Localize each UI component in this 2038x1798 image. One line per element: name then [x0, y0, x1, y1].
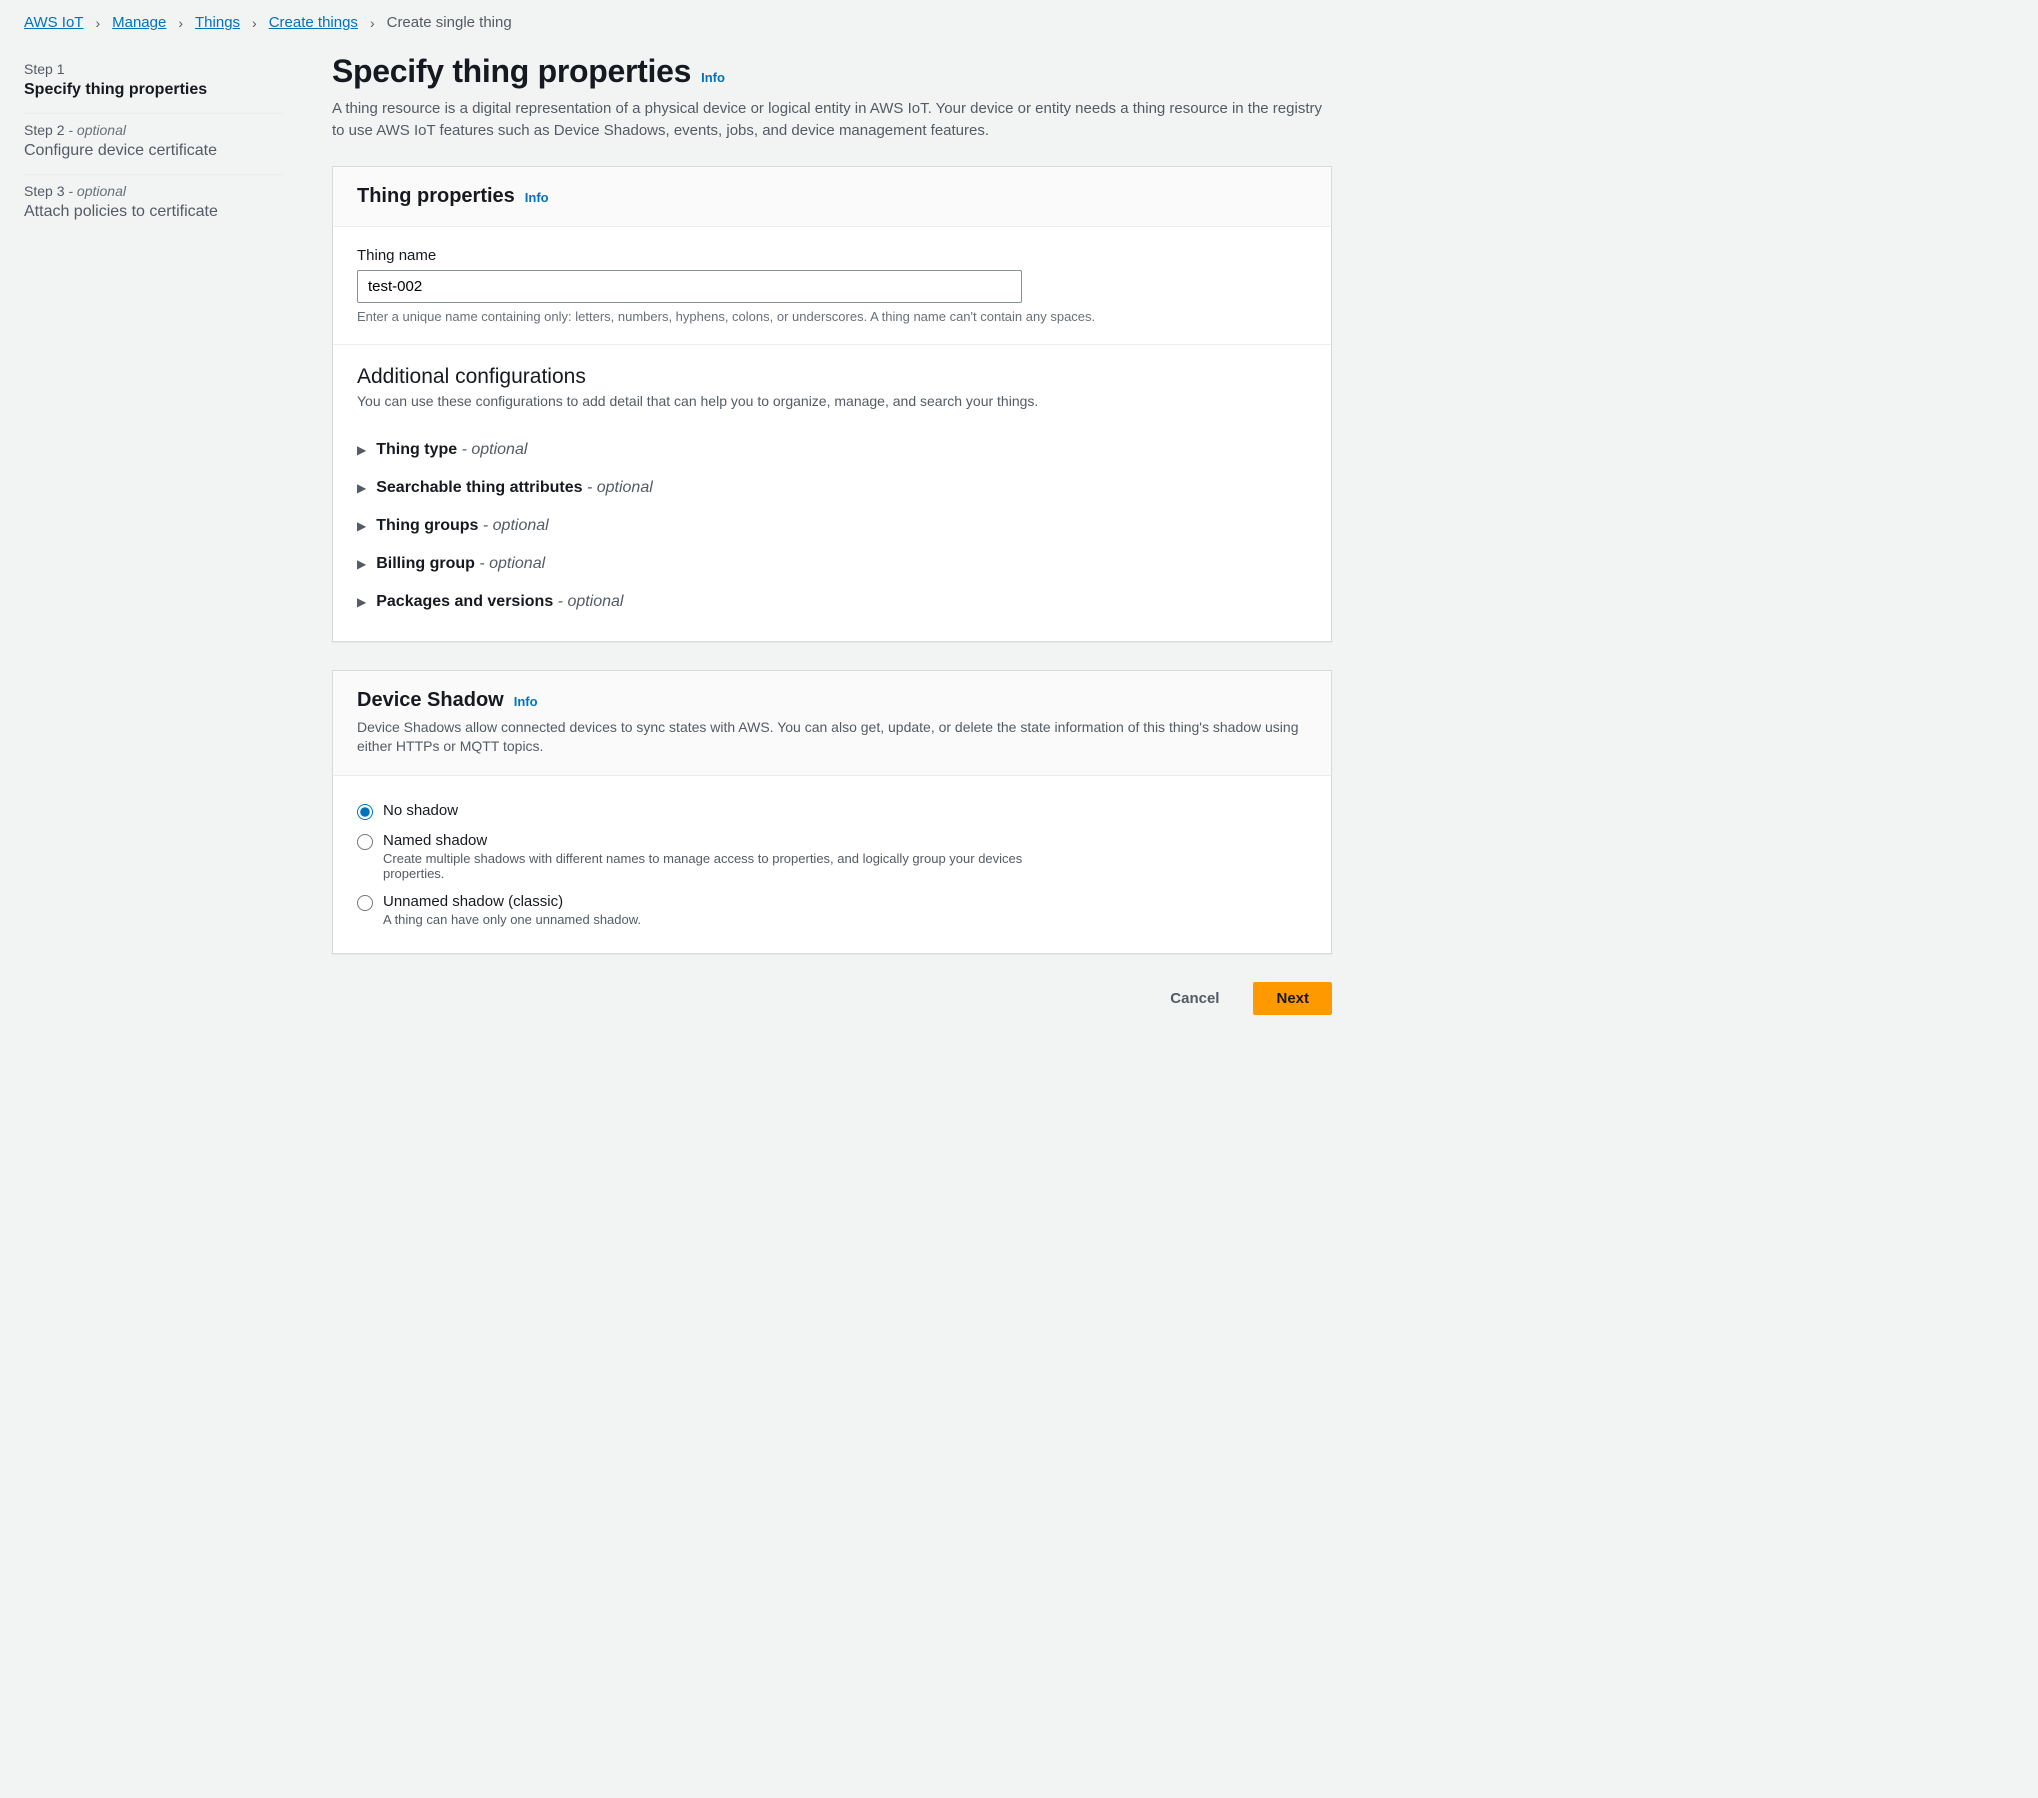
chevron-right-icon: ›: [178, 15, 183, 31]
expander-label: Searchable thing attributes: [376, 479, 582, 496]
triangle-right-icon: ▶: [357, 557, 366, 571]
expander-label: Packages and versions: [376, 593, 553, 610]
step-label: Step 3: [24, 183, 64, 199]
device-shadow-info-link[interactable]: Info: [514, 694, 538, 709]
step-name: Specify thing properties: [24, 81, 284, 99]
expander-billing-group[interactable]: ▶ Billing group - optional: [357, 545, 1307, 583]
wizard-step-3[interactable]: Step 3 - optional Attach policies to cer…: [24, 175, 284, 235]
next-button[interactable]: Next: [1253, 982, 1332, 1015]
step-label: Step 1: [24, 61, 64, 77]
breadcrumb: AWS IoT › Manage › Things › Create thing…: [24, 14, 2014, 31]
expander-optional: - optional: [475, 555, 545, 572]
step-name: Configure device certificate: [24, 142, 284, 160]
chevron-right-icon: ›: [252, 15, 257, 31]
expander-thing-groups[interactable]: ▶ Thing groups - optional: [357, 507, 1307, 545]
expander-thing-type[interactable]: ▶ Thing type - optional: [357, 431, 1307, 469]
additional-config-desc: You can use these configurations to add …: [357, 393, 1307, 409]
triangle-right-icon: ▶: [357, 443, 366, 457]
thing-name-input[interactable]: [357, 270, 1022, 303]
radio-named-shadow[interactable]: Named shadow Create multiple shadows wit…: [357, 826, 1307, 887]
expander-label: Thing type: [376, 441, 457, 458]
page-description: A thing resource is a digital representa…: [332, 98, 1332, 142]
additional-config-title: Additional configurations: [357, 365, 1307, 389]
device-shadow-desc: Device Shadows allow connected devices t…: [357, 718, 1307, 757]
step-optional: - optional: [64, 183, 125, 199]
wizard-steps-sidebar: Step 1 Specify thing properties Step 2 -…: [24, 53, 284, 1015]
breadcrumb-things[interactable]: Things: [195, 14, 240, 31]
step-label: Step 2: [24, 122, 64, 138]
breadcrumb-manage[interactable]: Manage: [112, 14, 166, 31]
expander-packages-versions[interactable]: ▶ Packages and versions - optional: [357, 583, 1307, 621]
triangle-right-icon: ▶: [357, 595, 366, 609]
breadcrumb-current: Create single thing: [387, 14, 512, 31]
thing-name-help: Enter a unique name containing only: let…: [357, 309, 1307, 324]
card-title: Device Shadow: [357, 689, 504, 712]
breadcrumb-create-things[interactable]: Create things: [269, 14, 358, 31]
chevron-right-icon: ›: [370, 15, 375, 31]
breadcrumb-aws-iot[interactable]: AWS IoT: [24, 14, 83, 31]
radio-label: Unnamed shadow (classic): [383, 893, 641, 910]
thing-properties-info-link[interactable]: Info: [525, 190, 549, 205]
triangle-right-icon: ▶: [357, 519, 366, 533]
radio-desc: Create multiple shadows with different n…: [383, 851, 1063, 881]
wizard-step-1[interactable]: Step 1 Specify thing properties: [24, 53, 284, 114]
wizard-step-2[interactable]: Step 2 - optional Configure device certi…: [24, 114, 284, 175]
chevron-right-icon: ›: [95, 15, 100, 31]
main-content: Specify thing properties Info A thing re…: [332, 53, 1332, 1015]
radio-no-shadow[interactable]: No shadow: [357, 796, 1307, 826]
radio-input-named-shadow[interactable]: [357, 834, 373, 850]
thing-properties-card: Thing properties Info Thing name Enter a…: [332, 166, 1332, 642]
expander-optional: - optional: [457, 441, 527, 458]
expander-label: Billing group: [376, 555, 475, 572]
expander-searchable-attributes[interactable]: ▶ Searchable thing attributes - optional: [357, 469, 1307, 507]
radio-input-unnamed-shadow[interactable]: [357, 895, 373, 911]
card-title: Thing properties: [357, 185, 515, 208]
radio-input-no-shadow[interactable]: [357, 804, 373, 820]
radio-desc: A thing can have only one unnamed shadow…: [383, 912, 641, 927]
expander-optional: - optional: [583, 479, 653, 496]
step-name: Attach policies to certificate: [24, 203, 284, 221]
wizard-footer: Cancel Next: [332, 982, 1332, 1015]
step-optional: - optional: [64, 122, 125, 138]
radio-unnamed-shadow[interactable]: Unnamed shadow (classic) A thing can hav…: [357, 887, 1307, 933]
expander-label: Thing groups: [376, 517, 478, 534]
page-info-link[interactable]: Info: [701, 70, 725, 85]
radio-label: No shadow: [383, 802, 458, 819]
cancel-button[interactable]: Cancel: [1148, 982, 1241, 1015]
expander-optional: - optional: [478, 517, 548, 534]
radio-label: Named shadow: [383, 832, 1063, 849]
thing-name-label: Thing name: [357, 247, 1307, 264]
page-title: Specify thing properties: [332, 53, 691, 90]
triangle-right-icon: ▶: [357, 481, 366, 495]
expander-optional: - optional: [553, 593, 623, 610]
device-shadow-card: Device Shadow Info Device Shadows allow …: [332, 670, 1332, 954]
